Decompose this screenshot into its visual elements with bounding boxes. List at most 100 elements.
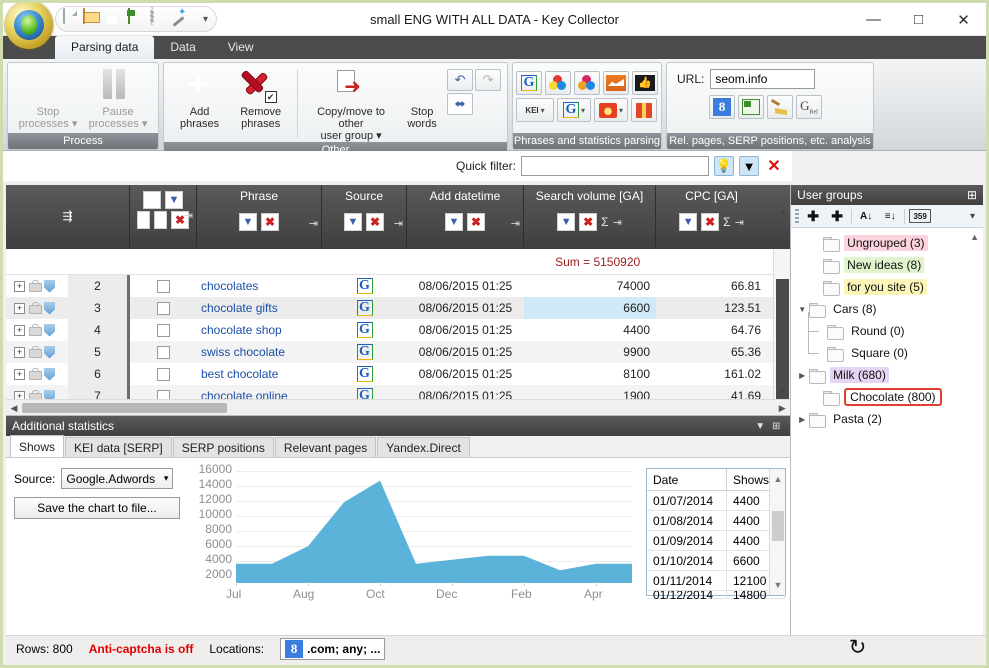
shield-icon[interactable] <box>44 346 55 359</box>
cell-phrase[interactable]: best chocolate <box>197 363 322 385</box>
source-filter-icon[interactable]: ▼ <box>344 213 362 231</box>
scroll-up-icon[interactable]: ▲ <box>770 471 786 487</box>
grid-header-state[interactable]: ⇶ <box>6 185 130 249</box>
trend-chart-icon[interactable] <box>603 71 629 95</box>
table-row[interactable]: + 6 best chocolate G 08/06/2015 01:25 81… <box>6 363 790 385</box>
row-checkbox-cell[interactable] <box>130 319 197 341</box>
shield-icon[interactable] <box>44 324 55 337</box>
data-table-row[interactable]: 01/10/2014 6600 <box>647 551 785 571</box>
google-dropdown[interactable]: G▾ <box>557 98 591 122</box>
cell-volume[interactable]: 6600 <box>524 297 656 319</box>
undo-button[interactable]: ↶ <box>447 69 473 91</box>
row-checkbox-cell[interactable] <box>130 275 197 297</box>
grid-header-volume[interactable]: Search volume [GA] ▼ ✖ Σ ⇥ <box>524 185 656 249</box>
expand-row-icon[interactable]: + <box>14 281 25 292</box>
row-checkbox-cell[interactable] <box>130 363 197 385</box>
scroll-up-icon[interactable]: ▲ <box>774 203 790 219</box>
pin-icon[interactable]: ⊞ <box>967 188 977 202</box>
twisty-icon[interactable]: ▶ <box>795 371 809 380</box>
url-input[interactable] <box>710 69 815 89</box>
count-button[interactable]: 359 <box>909 209 931 223</box>
cell-cpc[interactable]: 65.36 <box>656 341 767 363</box>
checkbox-filter-icon[interactable]: ▼ <box>165 191 183 209</box>
stop-processes-button[interactable]: Stop processes ▾ <box>14 67 82 130</box>
expand-row-icon[interactable]: + <box>14 369 25 380</box>
row-checkbox[interactable] <box>157 324 170 337</box>
shield-icon[interactable] <box>44 280 55 293</box>
scroll-thumb[interactable] <box>772 511 784 541</box>
datetime-pin-icon[interactable]: ⇥ <box>511 217 520 230</box>
add-group-button[interactable]: ✚ <box>803 207 823 226</box>
phrase-filter-icon[interactable]: ▼ <box>239 213 257 231</box>
lock-icon[interactable] <box>29 324 40 336</box>
shield-icon[interactable] <box>44 368 55 381</box>
toolbar-grip[interactable] <box>795 209 799 224</box>
filter-hint-bulb-icon[interactable]: 💡 <box>714 156 734 176</box>
cell-volume[interactable]: 8100 <box>524 363 656 385</box>
table-row[interactable]: + 2 chocolates G 08/06/2015 01:25 74000 … <box>6 275 790 297</box>
grid-horizontal-scrollbar[interactable]: ◀ ▶ <box>6 399 790 415</box>
select-zero-icon[interactable]: 0 <box>154 211 167 229</box>
tree-item-ungrouped[interactable]: Ungrouped (3) <box>791 232 983 254</box>
data-table-row[interactable]: 01/07/2014 4400 <box>647 491 785 511</box>
close-button[interactable]: ✕ <box>941 3 986 36</box>
table-row[interactable]: + 4 chocolate shop G 08/06/2015 01:25 44… <box>6 319 790 341</box>
copy-move-group-button[interactable]: ➜ Copy/move to other user group ▾ <box>305 67 397 142</box>
add-subgroup-button[interactable]: ✚ <box>827 207 847 226</box>
quick-filter-input[interactable] <box>521 156 709 176</box>
cell-phrase[interactable]: chocolate shop <box>197 319 322 341</box>
tab-parsing-data[interactable]: Parsing data <box>55 36 154 59</box>
toolbar-overflow-icon[interactable]: ▾ <box>970 211 979 222</box>
tree-item-square[interactable]: Square (0) <box>791 342 983 364</box>
select-all-checkbox[interactable] <box>143 191 161 209</box>
maximize-button[interactable]: □ <box>896 3 941 36</box>
lock-icon[interactable] <box>29 302 40 314</box>
shield-icon[interactable] <box>44 302 55 315</box>
thumbs-up-icon[interactable]: 👍 <box>632 71 658 95</box>
grid-header-checkbox[interactable]: ▼ 1 0 ✖ ⇥ <box>130 185 197 249</box>
sort-size-button[interactable]: ≡↓ <box>880 207 900 226</box>
cell-cpc[interactable]: 64.76 <box>656 319 767 341</box>
data-table-row[interactable]: 01/11/2014 12100 <box>647 571 785 591</box>
expand-row-icon[interactable]: + <box>14 347 25 358</box>
cpc-sum-icon[interactable]: Σ <box>723 215 730 229</box>
source-filter-clear-icon[interactable]: ✖ <box>366 213 384 231</box>
grid-header-source[interactable]: Source ▼ ✖ ⇥ <box>322 185 407 249</box>
redo-button[interactable]: ↷ <box>475 69 501 91</box>
volume-filter-icon[interactable]: ▼ <box>557 213 575 231</box>
table-row[interactable]: + 3 chocolate gifts G 08/06/2015 01:25 6… <box>6 297 790 319</box>
pin-column-icon[interactable]: ⇥ <box>184 209 193 222</box>
add-phrases-button[interactable]: Add phrases <box>170 67 229 130</box>
data-table-row[interactable]: 01/09/2014 4400 <box>647 531 785 551</box>
app-logo-orb[interactable] <box>5 1 53 49</box>
tree-item-round[interactable]: Round (0) <box>791 320 983 342</box>
save-chart-button[interactable]: Save the chart to file... <box>14 497 180 519</box>
row-checkbox[interactable] <box>157 368 170 381</box>
volume-pin-icon[interactable]: ⇥ <box>613 216 622 229</box>
cell-phrase[interactable]: chocolate gifts <box>197 297 322 319</box>
tab-kei-data[interactable]: KEI data [SERP] <box>65 437 172 457</box>
gift-icon[interactable] <box>631 98 657 122</box>
tab-serp-positions[interactable]: SERP positions <box>173 437 274 457</box>
tab-yandex-direct[interactable]: Yandex.Direct <box>377 437 469 457</box>
volume-filter-clear-icon[interactable]: ✖ <box>579 213 597 231</box>
color-analysis-icon[interactable] <box>574 71 600 95</box>
grid-header-datetime[interactable]: Add datetime ▼ ✖ ⇥ <box>407 185 524 249</box>
scroll-down-icon[interactable]: ▼ <box>770 577 786 593</box>
tab-data[interactable]: Data <box>154 36 211 59</box>
data-table-row[interactable]: 01/08/2014 4400 <box>647 511 785 531</box>
phrase-pin-icon[interactable]: ⇥ <box>309 217 318 230</box>
expand-columns-button[interactable]: ⬌ <box>447 93 473 115</box>
select-one-icon[interactable]: 1 <box>137 211 150 229</box>
datetime-filter-clear-icon[interactable]: ✖ <box>467 213 485 231</box>
twisty-icon[interactable]: ▼ <box>795 305 809 314</box>
row-checkbox[interactable] <box>157 280 170 293</box>
lock-icon[interactable] <box>29 368 40 380</box>
tab-shows[interactable]: Shows <box>10 435 64 457</box>
cpc-pin-icon[interactable]: ⇥ <box>735 216 744 229</box>
tree-item-milk[interactable]: ▶ Milk (680) <box>791 364 983 386</box>
tree-item-chocolate[interactable]: Chocolate (800) <box>791 386 983 408</box>
lock-icon[interactable] <box>29 280 40 292</box>
cell-cpc[interactable]: 123.51 <box>656 297 767 319</box>
volume-sum-icon[interactable]: Σ <box>601 215 608 229</box>
